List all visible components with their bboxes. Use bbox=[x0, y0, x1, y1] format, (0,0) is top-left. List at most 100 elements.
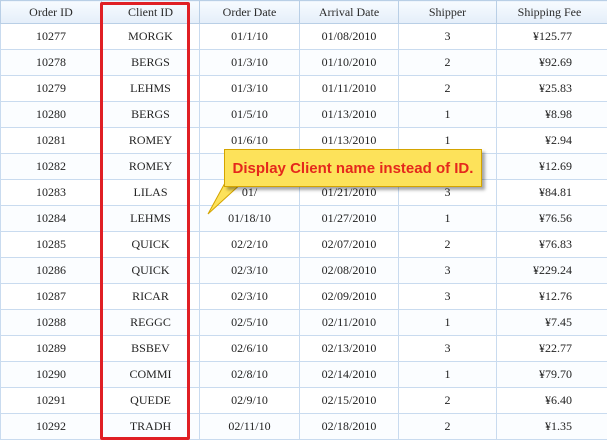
cell-shipping-fee: ¥6.40 bbox=[496, 387, 607, 414]
cell-shipper: 2 bbox=[398, 413, 497, 440]
table-row[interactable]: 10290 COMMI 02/8/10 02/14/2010 1 ¥79.70 bbox=[0, 361, 607, 388]
cell-shipping-fee: ¥25.83 bbox=[496, 75, 607, 102]
cell-shipper: 3 bbox=[398, 283, 497, 310]
table-row[interactable]: 10285 QUICK 02/2/10 02/07/2010 2 ¥76.83 bbox=[0, 231, 607, 258]
cell-client-id: MORGK bbox=[101, 23, 200, 50]
cell-order-date: 02/11/10 bbox=[199, 413, 300, 440]
cell-shipper: 2 bbox=[398, 49, 497, 76]
cell-shipper: 2 bbox=[398, 75, 497, 102]
column-header-shipper[interactable]: Shipper bbox=[398, 0, 497, 24]
cell-shipping-fee: ¥92.69 bbox=[496, 49, 607, 76]
table-row[interactable]: 10288 REGGC 02/5/10 02/11/2010 1 ¥7.45 bbox=[0, 309, 607, 336]
cell-client-id: QUEDE bbox=[101, 387, 200, 414]
table-row[interactable]: 10278 BERGS 01/3/10 01/10/2010 2 ¥92.69 bbox=[0, 49, 607, 76]
cell-order-id: 10277 bbox=[0, 23, 102, 50]
cell-client-id: BSBEV bbox=[101, 335, 200, 362]
cell-arrival-date: 01/27/2010 bbox=[299, 205, 399, 232]
cell-order-id: 10291 bbox=[0, 387, 102, 414]
cell-client-id: ROMEY bbox=[101, 153, 200, 180]
cell-client-id: LEHMS bbox=[101, 205, 200, 232]
cell-shipping-fee: ¥79.70 bbox=[496, 361, 607, 388]
cell-arrival-date: 01/11/2010 bbox=[299, 75, 399, 102]
cell-shipper: 3 bbox=[398, 335, 497, 362]
cell-shipping-fee: ¥76.83 bbox=[496, 231, 607, 258]
table-row[interactable]: 10289 BSBEV 02/6/10 02/13/2010 3 ¥22.77 bbox=[0, 335, 607, 362]
cell-order-date: 01/1/10 bbox=[199, 23, 300, 50]
cell-shipper: 3 bbox=[398, 257, 497, 284]
cell-arrival-date: 02/11/2010 bbox=[299, 309, 399, 336]
cell-shipping-fee: ¥229.24 bbox=[496, 257, 607, 284]
cell-shipper: 2 bbox=[398, 231, 497, 258]
cell-shipping-fee: ¥7.45 bbox=[496, 309, 607, 336]
cell-shipper: 2 bbox=[398, 387, 497, 414]
cell-arrival-date: 02/18/2010 bbox=[299, 413, 399, 440]
table-row[interactable]: 10291 QUEDE 02/9/10 02/15/2010 2 ¥6.40 bbox=[0, 387, 607, 414]
orders-table-container: Order ID Client ID Order Date Arrival Da… bbox=[0, 0, 607, 445]
column-header-order-date[interactable]: Order Date bbox=[199, 0, 300, 24]
cell-order-id: 10283 bbox=[0, 179, 102, 206]
table-row[interactable]: 10286 QUICK 02/3/10 02/08/2010 3 ¥229.24 bbox=[0, 257, 607, 284]
table-row[interactable]: 10280 BERGS 01/5/10 01/13/2010 1 ¥8.98 bbox=[0, 101, 607, 128]
cell-shipper: 1 bbox=[398, 309, 497, 336]
cell-shipping-fee: ¥8.98 bbox=[496, 101, 607, 128]
cell-order-date: 01/18/10 bbox=[199, 205, 300, 232]
cell-arrival-date: 02/07/2010 bbox=[299, 231, 399, 258]
callout-text: Display Client name instead of ID. bbox=[232, 159, 474, 177]
callout-note: Display Client name instead of ID. bbox=[224, 149, 482, 187]
cell-shipping-fee: ¥76.56 bbox=[496, 205, 607, 232]
table-row[interactable]: 10292 TRADH 02/11/10 02/18/2010 2 ¥1.35 bbox=[0, 413, 607, 440]
cell-order-date: 01/5/10 bbox=[199, 101, 300, 128]
cell-client-id: QUICK bbox=[101, 257, 200, 284]
table-row[interactable]: 10287 RICAR 02/3/10 02/09/2010 3 ¥12.76 bbox=[0, 283, 607, 310]
cell-arrival-date: 02/08/2010 bbox=[299, 257, 399, 284]
cell-client-id: BERGS bbox=[101, 49, 200, 76]
column-header-arrival-date[interactable]: Arrival Date bbox=[299, 0, 399, 24]
cell-shipping-fee: ¥2.94 bbox=[496, 127, 607, 154]
cell-client-id: RICAR bbox=[101, 283, 200, 310]
cell-order-id: 10292 bbox=[0, 413, 102, 440]
table-header-row: Order ID Client ID Order Date Arrival Da… bbox=[0, 0, 607, 24]
orders-table: Order ID Client ID Order Date Arrival Da… bbox=[0, 0, 607, 440]
table-row[interactable]: 10284 LEHMS 01/18/10 01/27/2010 1 ¥76.56 bbox=[0, 205, 607, 232]
cell-order-date: 02/2/10 bbox=[199, 231, 300, 258]
cell-shipping-fee: ¥12.76 bbox=[496, 283, 607, 310]
cell-client-id: LILAS bbox=[101, 179, 200, 206]
cell-client-id: LEHMS bbox=[101, 75, 200, 102]
cell-order-id: 10278 bbox=[0, 49, 102, 76]
column-header-shipping-fee[interactable]: Shipping Fee bbox=[496, 0, 607, 24]
cell-order-date: 02/5/10 bbox=[199, 309, 300, 336]
cell-order-date: 02/8/10 bbox=[199, 361, 300, 388]
cell-order-date: 02/3/10 bbox=[199, 257, 300, 284]
table-row[interactable]: 10279 LEHMS 01/3/10 01/11/2010 2 ¥25.83 bbox=[0, 75, 607, 102]
cell-client-id: QUICK bbox=[101, 231, 200, 258]
cell-arrival-date: 02/13/2010 bbox=[299, 335, 399, 362]
cell-arrival-date: 01/08/2010 bbox=[299, 23, 399, 50]
column-header-order-id[interactable]: Order ID bbox=[0, 0, 102, 24]
column-header-client-id[interactable]: Client ID bbox=[101, 0, 200, 24]
cell-order-id: 10281 bbox=[0, 127, 102, 154]
cell-shipper: 1 bbox=[398, 101, 497, 128]
cell-order-id: 10282 bbox=[0, 153, 102, 180]
cell-arrival-date: 01/13/2010 bbox=[299, 101, 399, 128]
cell-arrival-date: 02/14/2010 bbox=[299, 361, 399, 388]
cell-order-id: 10289 bbox=[0, 335, 102, 362]
cell-order-date: 02/3/10 bbox=[199, 283, 300, 310]
table-row[interactable]: 10277 MORGK 01/1/10 01/08/2010 3 ¥125.77 bbox=[0, 23, 607, 50]
cell-shipping-fee: ¥125.77 bbox=[496, 23, 607, 50]
cell-order-date: 01/3/10 bbox=[199, 49, 300, 76]
cell-order-date: 02/9/10 bbox=[199, 387, 300, 414]
cell-shipping-fee: ¥12.69 bbox=[496, 153, 607, 180]
cell-order-id: 10280 bbox=[0, 101, 102, 128]
cell-arrival-date: 01/10/2010 bbox=[299, 49, 399, 76]
cell-shipping-fee: ¥84.81 bbox=[496, 179, 607, 206]
cell-client-id: TRADH bbox=[101, 413, 200, 440]
cell-arrival-date: 02/09/2010 bbox=[299, 283, 399, 310]
cell-arrival-date: 02/15/2010 bbox=[299, 387, 399, 414]
cell-client-id: ROMEY bbox=[101, 127, 200, 154]
cell-order-id: 10285 bbox=[0, 231, 102, 258]
cell-order-id: 10288 bbox=[0, 309, 102, 336]
cell-order-id: 10279 bbox=[0, 75, 102, 102]
cell-shipper: 3 bbox=[398, 23, 497, 50]
cell-order-id: 10284 bbox=[0, 205, 102, 232]
cell-shipper: 1 bbox=[398, 361, 497, 388]
